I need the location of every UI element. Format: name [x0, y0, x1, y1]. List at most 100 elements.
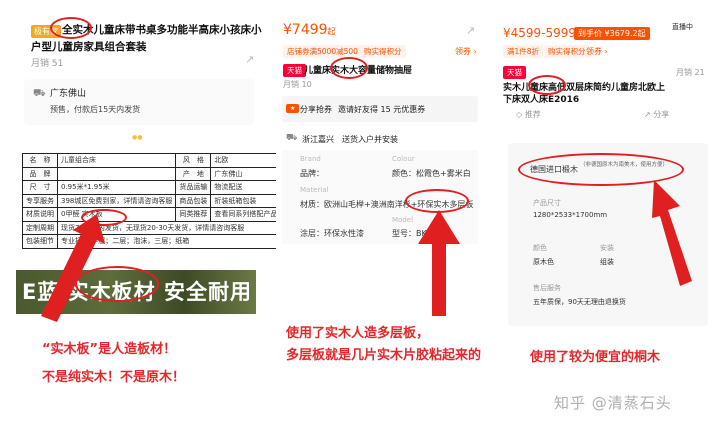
spec-material-highlight: 环保实木多层板	[417, 200, 474, 209]
ship-from: 浙江嘉兴	[302, 135, 334, 144]
table-row: 名 称儿童组合床风 格北欧	[22, 153, 282, 168]
table-cell: 398城区免费到家，详情请咨询客服	[56, 193, 177, 208]
ship-from: 广东佛山	[50, 89, 87, 99]
carousel-dots: ●●	[132, 134, 143, 141]
recommend-label: 推荐	[524, 110, 541, 119]
spec-size: 1280*2533*1700mm	[533, 211, 608, 219]
presale-info: 预售，付款后15天内发货	[50, 105, 141, 114]
coupon-points[interactable]: 购实得积分	[544, 45, 590, 58]
caption-panel3: 使用了较为便宜的桐木	[530, 350, 661, 365]
material-banner: E蓝 实木板材 安全耐用	[16, 270, 256, 314]
spec-table: 名 称儿童组合床风 格北欧品 牌 产 地广东佛山尺 寸 0.95米*1.95米 货品运…	[22, 153, 282, 249]
live-badge[interactable]: 直播中	[672, 22, 693, 32]
coupon-action[interactable]: 领券 ›	[586, 46, 608, 57]
spec-material-value: 材质：欧洲山毛榉+澳洲南洋杉+	[300, 200, 418, 209]
price: ¥4599-5999	[503, 26, 577, 40]
caption-panel2: 使用了实木人造多层板， 多层板就是几片实木片胶粘起来的	[286, 323, 481, 367]
spec-install-label: 安装	[600, 244, 614, 252]
share-icon[interactable]: ↗	[466, 24, 475, 37]
spec-material-note: （非德国原木为南美木，使用方便）	[580, 162, 669, 168]
table-row: 专享服务 398城区免费到家，详情请咨询客服 商品包装 折装纸箱包装	[22, 193, 282, 208]
table-cell: 材质说明	[22, 207, 58, 222]
table-row: 尺 寸 0.95米*1.95米 货品运输 物流配送	[22, 180, 282, 195]
table-row: 定制周期 现货7-15天内发货，无现货20-30天发货，详情请咨询客服	[22, 220, 282, 235]
share-label: 分享抢券	[300, 105, 332, 114]
table-cell: 专享服务	[22, 193, 58, 208]
table-cell: 折装纸箱包装	[210, 193, 282, 208]
sales-count: 月销 10	[283, 80, 312, 89]
spec-colour: 颜色：松霞色+雾米白	[392, 169, 471, 178]
spec-coating: 涂层：环保水性漆	[300, 229, 364, 238]
spec-material: 材质：欧洲山毛榉+澳洲南洋杉+环保实木多层板	[300, 199, 473, 210]
price-value: ¥7499	[283, 22, 328, 38]
sales-count: 月销 21	[676, 68, 705, 77]
table-cell: 查看同系列搭配产品	[210, 207, 282, 222]
table-cell: 商品包装	[175, 193, 212, 208]
product-title: 儿童床实木大容量储物抽屉	[304, 66, 413, 76]
table-cell: 定制周期	[22, 220, 58, 235]
product-title-line2: 下床双人床E2016	[503, 95, 580, 105]
table-cell: 0甲醛 实木板	[56, 207, 177, 222]
table-cell: 包装细节	[22, 234, 58, 249]
price-tag: 到手价 ¥3679.2起	[574, 27, 650, 40]
table-row: 包装细节 专业打包 —层；二层；泡沫，三层；纸箱	[22, 234, 282, 249]
table-cell: 品 牌	[22, 166, 58, 181]
table-cell: 物流配送	[210, 180, 282, 195]
spec-service-label: 售后服务	[533, 284, 561, 292]
spec-brand: 品牌：	[300, 169, 324, 178]
price-suffix: 起	[327, 27, 336, 36]
spec-model-label: Model	[392, 216, 414, 224]
spec-colour-label: Colour	[392, 155, 415, 163]
spec-material-label: Material	[300, 186, 329, 194]
recommend-button[interactable]: ◇ 推荐	[516, 109, 541, 120]
share-gift-icon: ★	[286, 104, 300, 113]
spec-install: 组装	[600, 258, 614, 266]
table-row: 品 牌 产 地广东佛山	[22, 166, 282, 181]
share-label: 分享	[653, 110, 670, 119]
tmall-tag: 天猫	[503, 66, 526, 79]
product-title-line1: 全实木儿童床带书桌多功能半高床小孩床小	[62, 24, 262, 36]
coupon-points[interactable]: 购实得积分	[360, 45, 406, 58]
table-cell: 货品运输	[175, 180, 212, 195]
caption-line2: 不是纯实木！不是原木！	[42, 370, 186, 385]
ship-desc: 送货入户并安装	[342, 135, 398, 144]
spec-model: 型号：BK-A	[392, 229, 435, 238]
caption-line1: “实木板”是人造板材！	[42, 342, 177, 357]
spec-brand-label: Brand	[300, 155, 321, 163]
coupon-discount[interactable]: 满1件8折	[503, 45, 544, 58]
caption-panel1: “实木板”是人造板材！ 不是纯实木！不是原木！	[42, 339, 185, 389]
tmall-tag: 天猫	[283, 64, 306, 77]
product-title-line2: 户型儿童房家具组合套装	[31, 41, 147, 53]
table-cell: 北欧	[210, 153, 282, 168]
spec-color-label: 颜色	[533, 244, 547, 252]
share-icon[interactable]: ↗	[245, 53, 254, 66]
spec-color: 原木色	[533, 258, 554, 266]
coupon-store[interactable]: 店铺券满5000减500	[283, 45, 362, 58]
product-title: 全实木儿童床带书桌多功能半高床小孩床小	[62, 23, 272, 38]
table-cell: 名 称	[22, 153, 58, 168]
table-cell: 专业打包 —层；二层；泡沫，三层；纸箱	[56, 234, 282, 249]
table-cell: 现货7-15天内发货，无现货20-30天发货，详情请咨询客服	[56, 220, 282, 235]
spec-service: 五年质保，90天无理由退换货	[533, 298, 626, 306]
coupon-action[interactable]: 领券 ›	[455, 46, 477, 57]
badge-jiyoujia: 极有家	[31, 25, 61, 38]
table-cell: 0.95米*1.95米	[56, 180, 177, 195]
table-cell: 同类推荐	[175, 207, 212, 222]
truck-icon: ⛟	[33, 88, 46, 99]
share-button[interactable]: ↗ 分享	[644, 109, 669, 120]
caption-line2: 多层板就是几片实木片胶粘起来的	[286, 348, 482, 363]
table-cell	[56, 166, 177, 181]
table-cell: 产 地	[175, 166, 212, 181]
table-row: 材质说明 0甲醛 实木板 同类推荐 查看同系列搭配产品	[22, 207, 282, 222]
table-cell: 广东佛山	[210, 166, 282, 181]
spec-material: 德国进口椴木	[530, 165, 578, 174]
truck-icon: ⛟	[286, 133, 298, 143]
table-cell: 尺 寸	[22, 180, 58, 195]
spec-size-label: 产品尺寸	[533, 199, 561, 207]
table-cell: 儿童组合床	[56, 153, 177, 168]
share-desc: 邀请好友得 15 元优惠券	[338, 105, 426, 114]
watermark: 知乎 @清蒸石头	[554, 394, 672, 412]
price: ¥7499起	[283, 22, 336, 38]
caption-line1: 使用了实木人造多层板，	[286, 326, 430, 341]
sales-count: 月销 51	[31, 59, 64, 69]
